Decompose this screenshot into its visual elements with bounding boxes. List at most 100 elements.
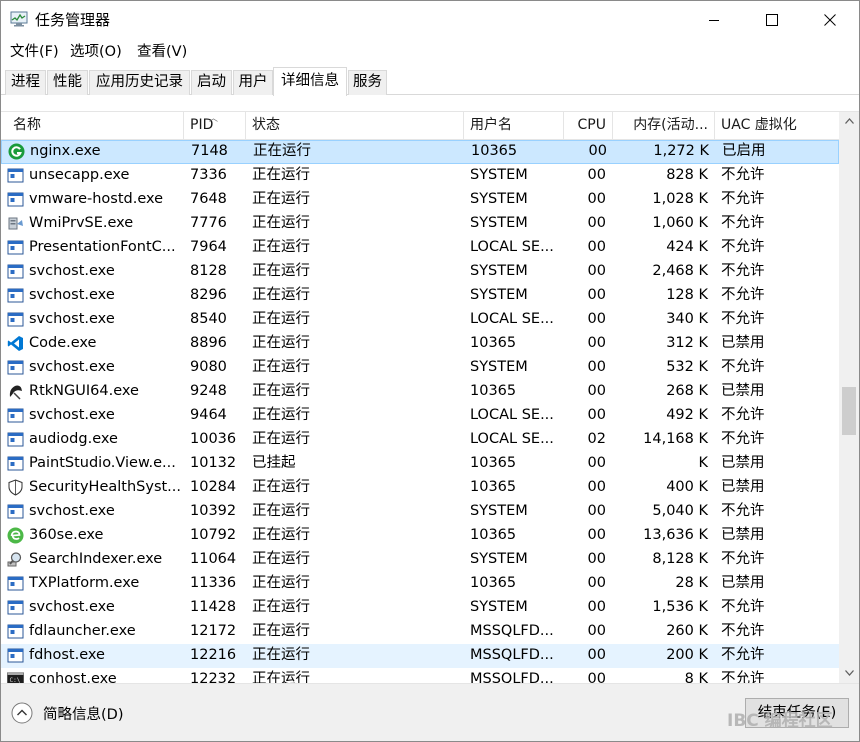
details-grid: 名称 PID 状态 用户名 CPU 内存(活动... UAC 虚拟化 ︿ ngi… — [1, 111, 859, 683]
process-uac: 不允许 — [721, 287, 765, 303]
process-row[interactable]: audiodg.exe 10036 正在运行 LOCAL SE... 02 14,168 … — [1, 428, 839, 452]
process-user: MSSQLFD... — [470, 623, 554, 639]
column-header-memory[interactable]: 内存(活动... — [613, 112, 715, 140]
process-row[interactable]: PaintStudio.View.e... 10132 已挂起 10365 00 K 已禁用 — [1, 452, 839, 476]
maximize-button[interactable] — [743, 1, 801, 39]
process-status: 正在运行 — [252, 503, 310, 519]
process-row[interactable]: vmware-hostd.exe 7648 正在运行 SYSTEM 00 1,028 K 不… — [1, 188, 839, 212]
process-cpu: 00 — [588, 143, 607, 159]
menu-view[interactable]: 查看(V) — [137, 42, 187, 62]
process-cpu: 00 — [587, 551, 606, 567]
tab-startup[interactable]: 启动 — [191, 70, 232, 95]
tab-details[interactable]: 详细信息 — [273, 67, 347, 96]
scroll-down-icon[interactable] — [839, 664, 859, 681]
menu-options[interactable]: 选项(O) — [70, 42, 122, 62]
process-cpu: 00 — [587, 623, 606, 639]
column-header-user[interactable]: 用户名 — [464, 112, 564, 140]
process-row[interactable]: nginx.exe 7148 正在运行 10365 00 1,272 K 已启用 — [1, 140, 839, 164]
process-row[interactable]: svchost.exe 10392 正在运行 SYSTEM 00 5,040 K 不允许 — [1, 500, 839, 524]
process-cpu: 00 — [587, 647, 606, 663]
process-row[interactable]: SecurityHealthSyst... 10284 正在运行 10365 00 400… — [1, 476, 839, 500]
process-cpu: 00 — [587, 359, 606, 375]
close-button[interactable] — [801, 1, 859, 39]
process-user: MSSQLFD... — [470, 647, 554, 663]
process-pid: 12216 — [190, 647, 237, 663]
process-uac: 不允许 — [721, 263, 765, 279]
process-memory: 828 K — [666, 167, 708, 183]
process-user: LOCAL SE... — [470, 431, 554, 447]
vertical-scrollbar[interactable] — [839, 112, 859, 683]
process-user: 10365 — [470, 455, 517, 471]
tab-services[interactable]: 服务 — [348, 70, 387, 95]
process-row[interactable]: svchost.exe 11428 正在运行 SYSTEM 00 1,536 K 不允许 — [1, 596, 839, 620]
process-status: 正在运行 — [252, 167, 310, 183]
process-uac: 已禁用 — [721, 575, 765, 591]
less-details-button[interactable]: 简略信息(D) — [11, 700, 123, 726]
process-user: LOCAL SE... — [470, 311, 554, 327]
process-status: 正在运行 — [252, 263, 310, 279]
process-memory: 5,040 K — [652, 503, 708, 519]
column-header-uac[interactable]: UAC 虚拟化 — [715, 112, 839, 140]
column-header-cpu[interactable]: CPU — [564, 112, 613, 140]
process-cpu: 00 — [587, 215, 606, 231]
process-cpu: 02 — [587, 431, 606, 447]
process-uac: 已禁用 — [721, 335, 765, 351]
process-name: Code.exe — [29, 335, 97, 351]
process-pid: 12172 — [190, 623, 237, 639]
process-row[interactable]: C:\ conhost.exe 12232 正在运行 MSSQLFD... 00 8 K 不允… — [1, 668, 839, 683]
watermark: IBC 编程社区 — [727, 711, 833, 731]
tab-users[interactable]: 用户 — [233, 70, 273, 95]
process-pid: 7336 — [190, 167, 227, 183]
process-memory: 8 K — [684, 671, 708, 683]
process-memory: 400 K — [666, 479, 708, 495]
process-memory: 1,272 K — [653, 143, 709, 159]
tab-processes[interactable]: 进程 — [5, 70, 46, 95]
process-pid: 10792 — [190, 527, 237, 543]
process-status: 正在运行 — [253, 143, 311, 159]
process-row[interactable]: fdlauncher.exe 12172 正在运行 MSSQLFD... 00 260 K… — [1, 620, 839, 644]
column-header-name[interactable]: 名称 — [1, 112, 184, 140]
column-header-status[interactable]: 状态 — [246, 112, 464, 140]
process-uac: 已禁用 — [721, 527, 765, 543]
scroll-up-icon[interactable] — [839, 112, 859, 129]
process-row[interactable]: PresentationFontC... 7964 正在运行 LOCAL SE... 0… — [1, 236, 839, 260]
process-user: SYSTEM — [470, 503, 528, 519]
menu-file[interactable]: 文件(F) — [10, 42, 59, 62]
process-row[interactable]: WmiPrvSE.exe 7776 正在运行 SYSTEM 00 1,060 K 不允许 — [1, 212, 839, 236]
process-name: svchost.exe — [29, 311, 115, 327]
process-name: audiodg.exe — [29, 431, 118, 447]
process-row[interactable]: svchost.exe 9080 正在运行 SYSTEM 00 532 K 不允许 — [1, 356, 839, 380]
minimize-button[interactable] — [685, 1, 743, 39]
process-cpu: 00 — [587, 599, 606, 615]
process-memory: 424 K — [666, 239, 708, 255]
tab-performance[interactable]: 性能 — [47, 70, 88, 95]
process-pid: 11336 — [190, 575, 237, 591]
process-memory: 340 K — [666, 311, 708, 327]
process-user: MSSQLFD... — [470, 671, 554, 683]
process-row[interactable]: fdhost.exe 12216 正在运行 MSSQLFD... 00 200 K 不允许 — [1, 644, 839, 668]
process-name: unsecapp.exe — [29, 167, 130, 183]
process-row[interactable]: svchost.exe 9464 正在运行 LOCAL SE... 00 492 K 不允许 — [1, 404, 839, 428]
process-user: 10365 — [471, 143, 518, 159]
process-cpu: 00 — [587, 455, 606, 471]
scrollbar-thumb[interactable] — [842, 387, 856, 435]
process-status: 已挂起 — [252, 455, 296, 471]
process-row[interactable]: unsecapp.exe 7336 正在运行 SYSTEM 00 828 K 不允许 — [1, 164, 839, 188]
process-row[interactable]: Code.exe 8896 正在运行 10365 00 312 K 已禁用 — [1, 332, 839, 356]
footer-bar: 简略信息(D) 结束任务(E) IBC 编程社区 — [1, 683, 859, 741]
process-status: 正在运行 — [252, 527, 310, 543]
tab-app-history[interactable]: 应用历史记录 — [89, 70, 190, 95]
process-row[interactable]: 360se.exe 10792 正在运行 10365 00 13,636 K 已禁用 — [1, 524, 839, 548]
process-row[interactable]: svchost.exe 8128 正在运行 SYSTEM 00 2,468 K 不允许 — [1, 260, 839, 284]
process-pid: 8296 — [190, 287, 227, 303]
process-row[interactable]: RtkNGUI64.exe 9248 正在运行 10365 00 268 K 已禁用 — [1, 380, 839, 404]
process-cpu: 00 — [587, 311, 606, 327]
process-uac: 不允许 — [721, 623, 765, 639]
process-memory: 200 K — [666, 647, 708, 663]
process-row[interactable]: SearchIndexer.exe 11064 正在运行 SYSTEM 00 8,128 … — [1, 548, 839, 572]
process-row[interactable]: svchost.exe 8540 正在运行 LOCAL SE... 00 340 K 不允许 — [1, 308, 839, 332]
process-row[interactable]: TXPlatform.exe 11336 正在运行 10365 00 28 K 已禁用 — [1, 572, 839, 596]
title-bar[interactable]: 任务管理器 — [1, 1, 859, 39]
process-row[interactable]: svchost.exe 8296 正在运行 SYSTEM 00 128 K 不允许 — [1, 284, 839, 308]
process-status: 正在运行 — [252, 311, 310, 327]
